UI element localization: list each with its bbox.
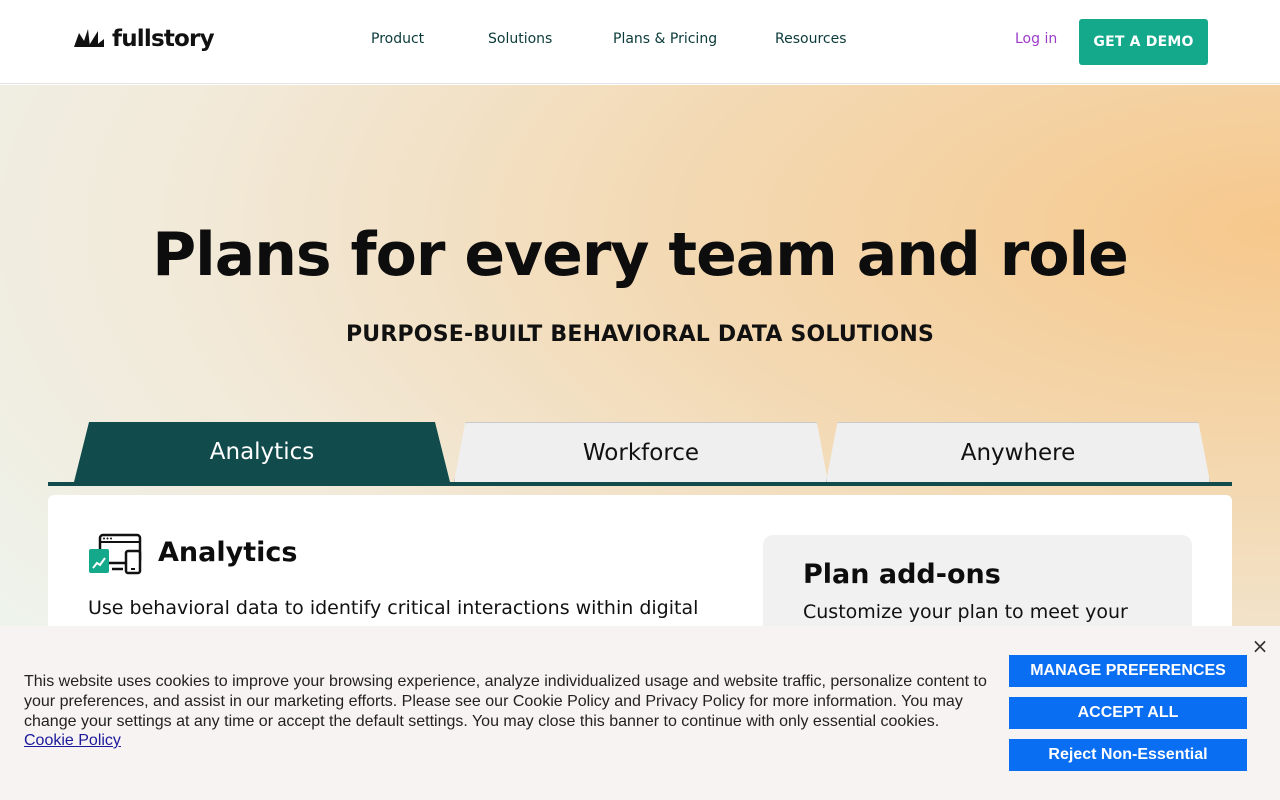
nav-item-resources[interactable]: Resources [775,31,847,47]
tab-anywhere[interactable]: Anywhere [826,422,1210,482]
analytics-section-title: Analytics [158,537,298,568]
nav-item-solutions[interactable]: Solutions [488,31,552,47]
cookie-policy-link[interactable]: Cookie Policy [24,732,121,750]
plan-tabs: Analytics Workforce Anywhere [48,422,1232,488]
site-header: fullstory Product Solutions Plans & Pric… [0,0,1280,84]
nav-item-product[interactable]: Product [371,31,424,47]
reject-non-essential-button[interactable]: Reject Non-Essential [1009,739,1247,771]
plan-addons-title: Plan add-ons [803,559,1001,590]
tab-divider [48,482,1232,486]
login-link[interactable]: Log in [1015,31,1057,47]
page-subtitle: PURPOSE-BUILT BEHAVIORAL DATA SOLUTIONS [345,322,935,347]
page-title: Plans for every team and role [152,220,1129,290]
fullstory-logo-icon [74,29,104,47]
get-a-demo-button[interactable]: GET A DEMO [1079,19,1208,65]
tab-workforce[interactable]: Workforce [454,422,828,482]
cookie-banner: This website uses cookies to improve you… [0,626,1280,800]
close-icon[interactable]: × [1250,634,1270,658]
plan-addons-description: Customize your plan to meet your [803,601,1128,623]
tab-analytics[interactable]: Analytics [74,422,450,482]
manage-preferences-button[interactable]: MANAGE PREFERENCES [1009,655,1247,687]
analytics-description: Use behavioral data to identify critical… [88,597,699,619]
nav-item-plans-pricing[interactable]: Plans & Pricing [613,31,717,47]
accept-all-button[interactable]: ACCEPT ALL [1009,697,1247,729]
logo-text: fullstory [112,26,215,52]
analytics-devices-icon [89,533,142,575]
cookie-banner-text: This website uses cookies to improve you… [24,673,987,730]
fullstory-logo[interactable]: fullstory [72,26,215,52]
